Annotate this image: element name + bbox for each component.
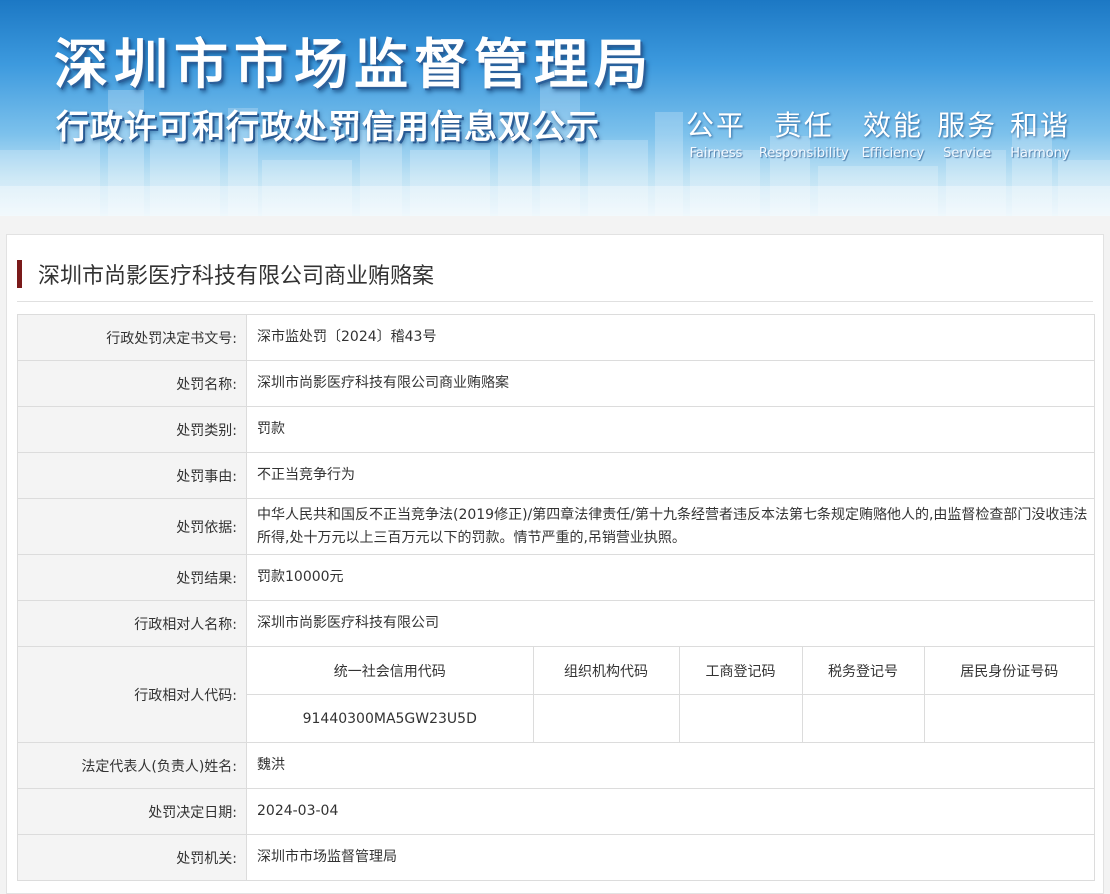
code-header: 组织机构代码 [532, 647, 679, 695]
case-header: 深圳市尚影医疗科技有限公司商业贿赂案 [17, 257, 434, 291]
table-row: 处罚名称: 深圳市尚影医疗科技有限公司商业贿赂案 [17, 360, 1095, 407]
table-row: 处罚依据: 中华人民共和国反不正当竞争法(2019修正)/第四章法律责任/第十九… [17, 498, 1095, 555]
motto-cn: 责任 [773, 109, 834, 142]
motto-en: Service [943, 146, 992, 161]
case-title: 深圳市尚影医疗科技有限公司商业贿赂案 [38, 264, 435, 289]
motto-en: Harmony [1010, 146, 1070, 161]
code-header: 居民身份证号码 [923, 647, 1094, 695]
row-label: 行政处罚决定书文号: [17, 314, 247, 361]
row-label: 处罚依据: [17, 498, 247, 555]
banner: 深圳市市场监督管理局 行政许可和行政处罚信用信息双公示 公平 Fairness … [0, 0, 1110, 216]
row-value: 深圳市市场监督管理局 [246, 834, 1095, 881]
motto-en: Efficiency [861, 146, 925, 161]
code-header: 税务登记号 [801, 647, 924, 695]
motto-cn: 和谐 [1009, 109, 1070, 142]
codes-value-row: 91440300MA5GW23U5D [247, 694, 1094, 742]
row-value: 罚款 [246, 406, 1095, 453]
motto-item: 和谐 Harmony [1010, 104, 1070, 161]
motto: 公平 Fairness 责任 Responsibility 效能 Efficie… [686, 104, 1070, 161]
motto-item: 服务 Service [937, 104, 997, 161]
motto-en: Responsibility [758, 146, 849, 161]
row-value: 2024-03-04 [246, 788, 1095, 835]
motto-item: 责任 Responsibility [759, 104, 849, 161]
motto-item: 公平 Fairness [686, 104, 746, 161]
code-header: 统一社会信用代码 [247, 647, 533, 695]
motto-cn: 效能 [862, 109, 923, 142]
table-row: 处罚结果: 罚款10000元 [17, 554, 1095, 601]
row-value: 深圳市尚影医疗科技有限公司商业贿赂案 [246, 360, 1095, 407]
row-label: 处罚结果: [17, 554, 247, 601]
row-label: 处罚决定日期: [17, 788, 247, 835]
motto-cn: 服务 [937, 109, 998, 142]
table-row: 法定代表人(负责人)姓名: 魏洪 [17, 742, 1095, 789]
codes-cell: 统一社会信用代码 组织机构代码 工商登记码 税务登记号 居民身份证号码 9144… [246, 646, 1095, 743]
row-value: 深圳市尚影医疗科技有限公司 [246, 600, 1095, 647]
row-label: 处罚机关: [17, 834, 247, 881]
table-row: 行政处罚决定书文号: 深市监处罚〔2024〕稽43号 [17, 314, 1095, 361]
table-row: 处罚事由: 不正当竞争行为 [17, 452, 1095, 499]
row-label: 法定代表人(负责人)姓名: [17, 742, 247, 789]
code-value [678, 694, 802, 742]
row-value: 中华人民共和国反不正当竞争法(2019修正)/第四章法律责任/第十九条经营者违反… [246, 498, 1095, 555]
banner-title: 深圳市市场监督管理局 [54, 33, 654, 96]
motto-cn: 公平 [686, 109, 747, 142]
row-label: 行政相对人代码: [17, 646, 247, 743]
row-label: 行政相对人名称: [17, 600, 247, 647]
title-accent-bar [17, 260, 22, 288]
motto-item: 效能 Efficiency [862, 104, 925, 161]
code-value [532, 694, 679, 742]
banner-subtitle: 行政许可和行政处罚信用信息双公示 [56, 107, 600, 146]
code-value: 91440300MA5GW23U5D [302, 710, 477, 727]
row-value: 深市监处罚〔2024〕稽43号 [246, 314, 1095, 361]
code-value [801, 694, 924, 742]
divider [17, 301, 1093, 302]
row-value: 不正当竞争行为 [246, 452, 1095, 499]
row-label: 处罚类别: [17, 406, 247, 453]
party-codes-table: 统一社会信用代码 组织机构代码 工商登记码 税务登记号 居民身份证号码 9144… [247, 647, 1094, 742]
table-row: 处罚决定日期: 2024-03-04 [17, 788, 1095, 835]
row-value: 魏洪 [246, 742, 1095, 789]
table-row: 处罚机关: 深圳市市场监督管理局 [17, 834, 1095, 881]
motto-en: Fairness [689, 146, 743, 161]
row-label: 处罚事由: [17, 452, 247, 499]
code-header: 工商登记码 [678, 647, 802, 695]
row-label: 处罚名称: [17, 360, 247, 407]
row-value: 罚款10000元 [246, 554, 1095, 601]
codes-header-row: 统一社会信用代码 组织机构代码 工商登记码 税务登记号 居民身份证号码 [247, 647, 1094, 695]
code-value [923, 694, 1094, 742]
case-info-table: 行政处罚决定书文号: 深市监处罚〔2024〕稽43号 处罚名称: 深圳市尚影医疗… [17, 314, 1095, 881]
case-detail-card: 深圳市尚影医疗科技有限公司商业贿赂案 行政处罚决定书文号: 深市监处罚〔2024… [6, 234, 1104, 894]
table-row: 处罚类别: 罚款 [17, 406, 1095, 453]
table-row: 行政相对人代码: 统一社会信用代码 组织机构代码 工商登记码 税务登记号 居民身… [17, 646, 1095, 743]
table-row: 行政相对人名称: 深圳市尚影医疗科技有限公司 [17, 600, 1095, 647]
